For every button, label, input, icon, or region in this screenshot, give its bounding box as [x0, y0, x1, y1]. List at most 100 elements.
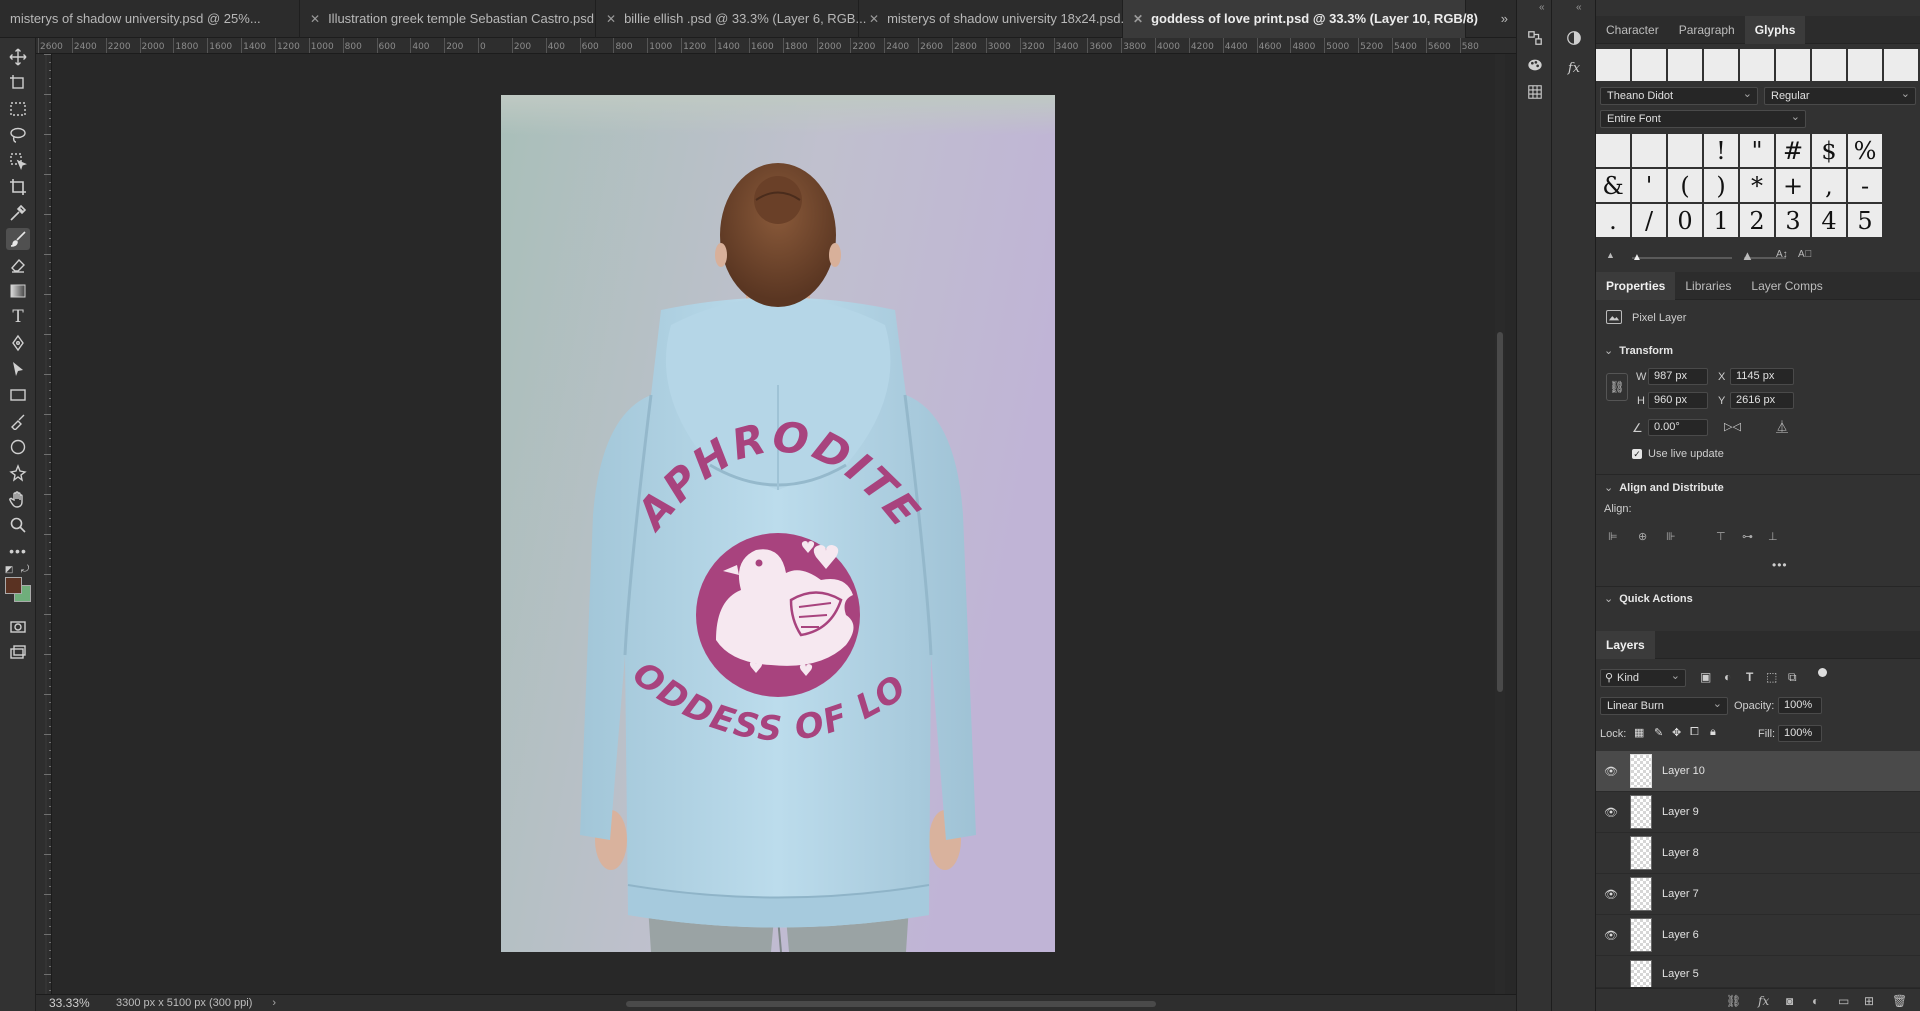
opacity-field[interactable]: 100%	[1778, 697, 1822, 714]
eyedropper-tool-icon[interactable]	[6, 202, 30, 224]
glyph-subset-select[interactable]: Entire Font	[1600, 109, 1806, 128]
ellipse-tool-icon[interactable]	[6, 436, 30, 458]
add-mask-icon[interactable]: ◙	[1786, 994, 1793, 1008]
layer-row[interactable]: 👁︎ Layer 8	[1596, 833, 1920, 874]
tabs-overflow-icon[interactable]: »	[1501, 11, 1508, 26]
glyph-cell[interactable]: 3	[1776, 204, 1810, 237]
document-canvas[interactable]: APHRODITE GODDESS OF LOVE	[52, 54, 1492, 994]
lock-image-icon[interactable]: ✎	[1654, 726, 1663, 739]
slider-handle[interactable]: ▲	[1632, 252, 1642, 263]
flip-horizontal-icon[interactable]: ▷◁	[1724, 420, 1741, 433]
close-icon[interactable]: ✕	[869, 12, 879, 26]
vertical-scrollbar[interactable]	[1495, 54, 1505, 994]
fill-field[interactable]: 100%	[1778, 725, 1822, 742]
crop-tool-icon[interactable]	[6, 176, 30, 198]
filter-type-icon[interactable]: T	[1746, 670, 1753, 684]
filter-toggle-icon[interactable]	[1818, 668, 1827, 677]
swatches-grid-icon[interactable]	[1525, 82, 1545, 102]
flip-vertical-icon[interactable]: ⏅	[1776, 418, 1788, 435]
brush-tool-icon[interactable]	[6, 228, 30, 250]
eye-icon[interactable]: 👁︎	[1596, 929, 1626, 942]
transform-section[interactable]: ⌄ Transform	[1604, 344, 1673, 357]
glyph-cell[interactable]: #	[1776, 134, 1810, 167]
scroll-thumb[interactable]	[1497, 332, 1503, 692]
recent-glyph-cell[interactable]	[1596, 49, 1630, 81]
filter-adjustment-icon[interactable]: ◐	[1724, 670, 1731, 684]
align-center-horizontal-icon[interactable]: ⊕	[1638, 530, 1647, 543]
color-palette-icon[interactable]	[1525, 55, 1545, 75]
more-tools-icon[interactable]: •••	[6, 540, 30, 562]
puppet-warp-tool-icon[interactable]	[6, 462, 30, 484]
close-icon[interactable]: ✕	[310, 12, 320, 26]
eye-icon[interactable]: 👁︎	[1596, 806, 1626, 819]
glyph-size-slider[interactable]: ▲ ▲ ▲ A↕ A⃝	[1600, 248, 1916, 264]
glyph-font-size-icon[interactable]: A↕	[1776, 249, 1788, 260]
zoom-tool-icon[interactable]	[6, 514, 30, 536]
align-top-icon[interactable]: ⊤	[1716, 530, 1726, 543]
y-position-field[interactable]: 2616 px	[1730, 392, 1794, 409]
doc-tab-2[interactable]: ✕ Illustration greek temple Sebastian Ca…	[300, 0, 596, 38]
glyph-cell[interactable]: ,	[1812, 169, 1846, 202]
default-colors-icon[interactable]: ◩	[2, 562, 16, 576]
history-icon[interactable]	[1525, 28, 1545, 48]
filter-smart-object-icon[interactable]: ⧉	[1788, 670, 1797, 685]
tab-character[interactable]: Character	[1596, 16, 1669, 44]
quick-mask-icon[interactable]	[6, 616, 30, 638]
tab-layers[interactable]: Layers	[1596, 631, 1655, 659]
filter-shape-icon[interactable]: ⬚	[1766, 670, 1777, 684]
tab-glyphs[interactable]: Glyphs	[1744, 16, 1806, 44]
move-tool-icon[interactable]	[6, 46, 30, 68]
recent-glyph-cell[interactable]	[1668, 49, 1702, 81]
eye-icon[interactable]: 👁︎	[1596, 765, 1626, 778]
align-right-icon[interactable]: ⊪	[1666, 530, 1676, 543]
layer-row[interactable]: 👁︎ Layer 7	[1596, 874, 1920, 915]
glyph-cell[interactable]: 4	[1812, 204, 1846, 237]
doc-tab-3[interactable]: ✕ billie ellish .psd @ 33.3% (Layer 6, R…	[596, 0, 866, 38]
live-update-checkbox[interactable]: ✓	[1632, 449, 1642, 459]
collapse-icon[interactable]: «	[1539, 2, 1545, 13]
collapse-icon[interactable]: «	[1576, 2, 1582, 13]
align-bottom-icon[interactable]: ⊥	[1768, 530, 1778, 543]
glyph-cell[interactable]: 0	[1668, 204, 1702, 237]
doc-tab-1[interactable]: misterys of shadow university.psd @ 25%.…	[0, 0, 300, 38]
align-left-icon[interactable]: ⊫	[1608, 530, 1618, 543]
adjustment-layer-icon[interactable]: ◐	[1812, 994, 1819, 1008]
eye-hidden-icon[interactable]: 👁︎	[1596, 960, 1626, 973]
glyph-cell[interactable]: 5	[1848, 204, 1882, 237]
glyph-cell[interactable]: -	[1848, 169, 1882, 202]
tab-paragraph[interactable]: Paragraph	[1669, 16, 1745, 44]
align-distribute-section[interactable]: ⌄ Align and Distribute	[1604, 481, 1724, 494]
quick-actions-section[interactable]: ⌄ Quick Actions	[1604, 592, 1693, 605]
recent-glyph-cell[interactable]	[1884, 49, 1918, 81]
hoodie-mockup-artwork[interactable]: APHRODITE GODDESS OF LOVE	[501, 95, 1055, 952]
zoom-level[interactable]: 33.33%	[36, 996, 96, 1010]
glyph-cell[interactable]: )	[1704, 169, 1738, 202]
height-field[interactable]: 960 px	[1648, 392, 1708, 409]
glyph-cell[interactable]: 1	[1704, 204, 1738, 237]
glyph-cell[interactable]: $	[1812, 134, 1846, 167]
gradient-tool-icon[interactable]	[6, 280, 30, 302]
tab-layer-comps[interactable]: Layer Comps	[1741, 272, 1832, 300]
swap-colors-icon[interactable]: ⤾	[18, 562, 32, 576]
pen-tool-icon[interactable]	[6, 332, 30, 354]
styles-fx-icon[interactable]: fx	[1564, 58, 1584, 78]
rectangle-tool-icon[interactable]	[6, 384, 30, 406]
glyph-cell[interactable]	[1632, 134, 1666, 167]
lock-all-icon[interactable]: 🔒︎	[1710, 726, 1716, 739]
glyph-alternate-icon[interactable]: A⃝	[1798, 249, 1812, 260]
glyph-cell[interactable]: .	[1596, 204, 1630, 237]
lock-position-icon[interactable]: ✥	[1672, 726, 1681, 739]
document-size[interactable]: 3300 px x 5100 px (300 ppi)	[96, 997, 252, 1009]
glyph-cell[interactable]: *	[1740, 169, 1774, 202]
glyph-cell[interactable]: "	[1740, 134, 1774, 167]
doc-tab-4[interactable]: ✕ misterys of shadow university 18x24.ps…	[859, 0, 1131, 38]
width-field[interactable]: 987 px	[1648, 368, 1708, 385]
recent-glyph-cell[interactable]	[1704, 49, 1738, 81]
close-icon[interactable]: ✕	[606, 12, 616, 26]
glyph-cell[interactable]	[1668, 134, 1702, 167]
tab-libraries[interactable]: Libraries	[1675, 272, 1741, 300]
glyph-cell[interactable]: /	[1632, 204, 1666, 237]
more-options-icon[interactable]: •••	[1772, 558, 1788, 572]
recent-glyph-cell[interactable]	[1740, 49, 1774, 81]
glyph-cell[interactable]: (	[1668, 169, 1702, 202]
